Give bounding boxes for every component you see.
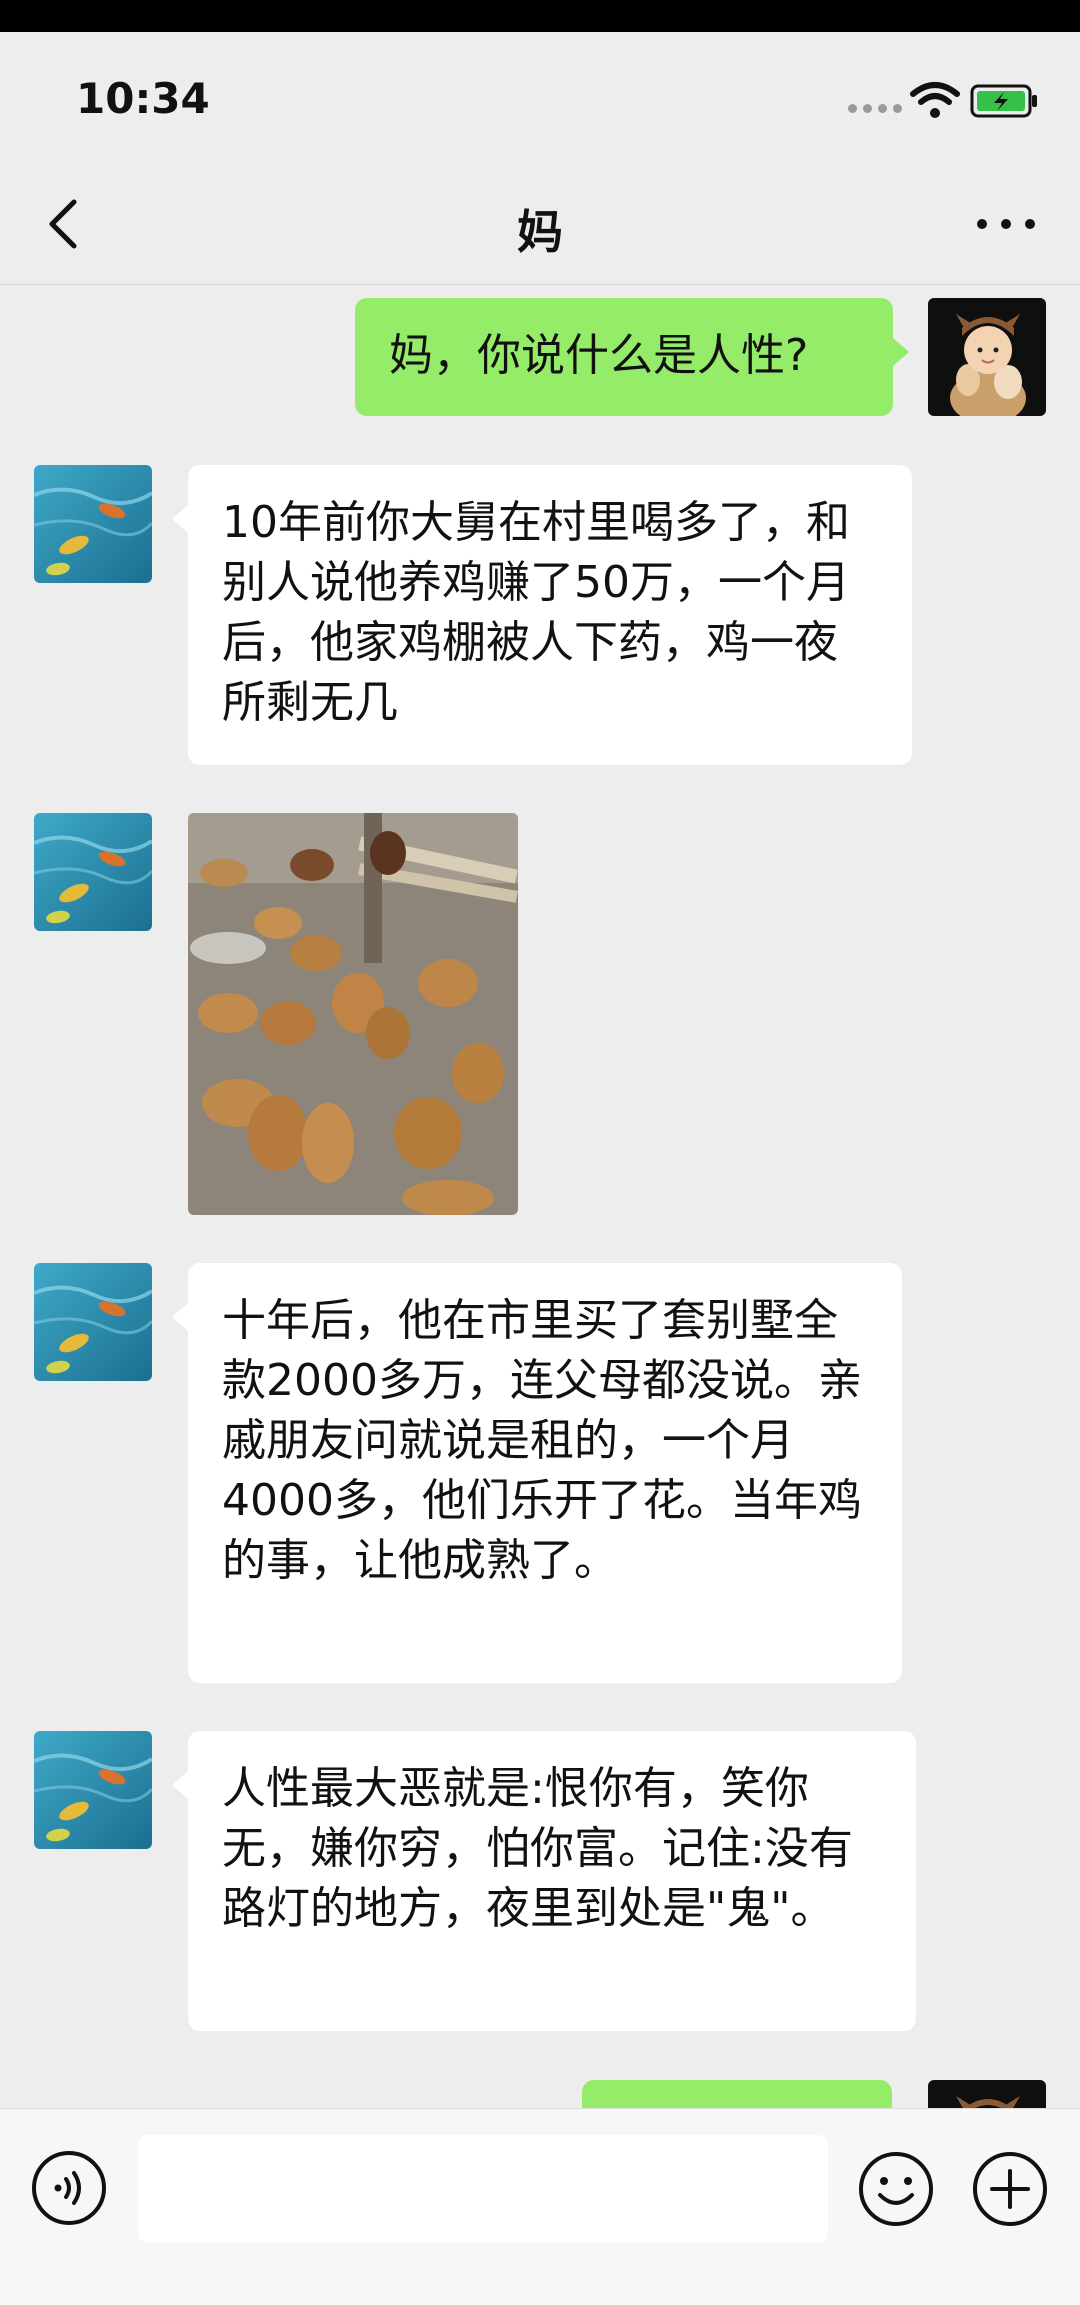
emoji-button[interactable]	[856, 2149, 936, 2229]
more-options-button[interactable]	[966, 204, 1046, 244]
top-black-bar	[0, 0, 1080, 32]
contact-avatar[interactable]	[34, 465, 152, 583]
chickens-photo[interactable]	[188, 813, 518, 1215]
contact-avatar[interactable]	[34, 1263, 152, 1381]
status-bar: 10:34	[0, 32, 1080, 164]
status-time: 10:34	[76, 74, 210, 123]
chat-title: 妈	[517, 205, 563, 259]
message-bubble-contact[interactable]: 10年前你大舅在村里喝多了，和别人说他养鸡赚了50万，一个月后，他家鸡棚被人下药…	[172, 465, 912, 765]
contact-avatar[interactable]	[34, 813, 152, 931]
battery-charging-icon	[970, 84, 1037, 118]
voice-input-button[interactable]	[30, 2149, 108, 2227]
wifi-icon	[910, 82, 960, 118]
message-bubble-self[interactable]: 妈，你说什么是人性?	[355, 298, 909, 416]
self-avatar[interactable]	[928, 298, 1046, 416]
cellular-signal-icon	[848, 104, 902, 113]
message-bubble-contact[interactable]: 十年后，他在市里买了套别墅全款2000多万，连父母都没说。亲戚朋友问就说是租的，…	[172, 1263, 902, 1683]
contact-avatar[interactable]	[34, 1731, 152, 1849]
chat-header: 妈	[0, 164, 1080, 285]
message-input[interactable]	[138, 2135, 828, 2243]
chat-input-bar	[0, 2108, 1080, 2305]
more-actions-button[interactable]	[970, 2149, 1050, 2229]
message-bubble-contact[interactable]: 人性最大恶就是:恨你有，笑你无，嫌你穷，怕你富。记住:没有路灯的地方，夜里到处是…	[172, 1731, 916, 2031]
